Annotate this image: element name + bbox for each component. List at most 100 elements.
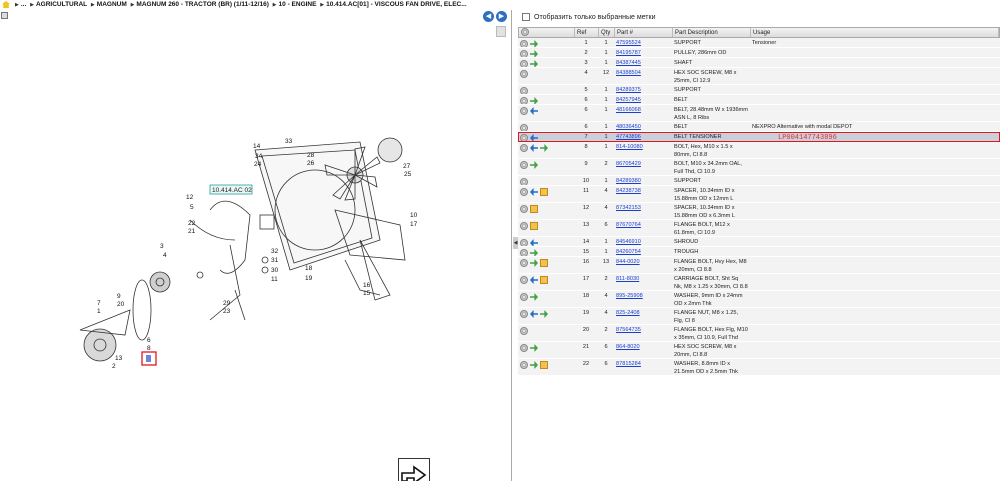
table-row[interactable]: 12 4 87342153 SPACER, 10.34mm ID x 15.88mm … [518, 203, 1000, 220]
exploded-view-drawing[interactable]: 10.414.AC 02 33 14 34 24 28 26 25 27 12 … [60, 120, 440, 390]
back-arrow-icon[interactable] [530, 144, 538, 152]
forward-arrow-icon[interactable] [530, 60, 538, 67]
home-icon[interactable] [2, 1, 10, 8]
eye-icon[interactable] [520, 361, 528, 369]
eye-icon[interactable] [520, 40, 528, 47]
header-part[interactable]: Part # [615, 28, 673, 37]
row-part-link[interactable]: 84289375 [614, 85, 672, 94]
breadcrumb-item[interactable]: MAGNUM [97, 1, 127, 8]
header-ref[interactable]: Ref [575, 28, 599, 37]
row-part-link[interactable]: 84260754 [614, 247, 672, 256]
forward-arrow-icon[interactable] [530, 97, 538, 104]
row-part-link[interactable]: 47595524 [614, 38, 672, 47]
box-icon[interactable] [530, 222, 538, 230]
filter-checkbox[interactable] [522, 13, 530, 22]
row-part-link[interactable]: 864-8020 [614, 342, 672, 358]
eye-icon[interactable] [520, 97, 528, 104]
row-part-link[interactable]: 87815284 [614, 359, 672, 375]
eye-icon[interactable] [520, 60, 528, 67]
forward-arrow-icon[interactable] [530, 50, 538, 57]
back-arrow-icon[interactable] [530, 134, 538, 141]
eye-icon[interactable] [520, 144, 528, 152]
export-button[interactable] [398, 458, 430, 481]
forward-arrow-icon[interactable] [540, 310, 548, 318]
table-row[interactable]: 1 1 47595524 SUPPORT Tensioner [518, 38, 1000, 48]
table-row[interactable]: 2 1 84195787 PULLEY, 286mm OD [518, 48, 1000, 58]
eye-icon[interactable] [520, 188, 528, 196]
header-description[interactable]: Part Description [673, 28, 751, 37]
breadcrumb-item[interactable]: ... [21, 1, 26, 8]
table-row[interactable]: 16 13 844-0020 FLANGE BOLT, Hvy Hex, M8 x 2… [518, 257, 1000, 274]
forward-arrow-icon[interactable] [530, 344, 538, 352]
table-row[interactable]: 13 6 87670764 FLANGE BOLT, M12 x 61.8mm, Cl… [518, 220, 1000, 237]
table-row[interactable]: 18 4 895-25908 WASHER, 9mm ID x 24mm OD x 2… [518, 291, 1000, 308]
table-row[interactable]: 21 6 864-8020 HEX SOC SCREW, M8 x 20mm, Cl … [518, 342, 1000, 359]
breadcrumb-item[interactable]: AGRICULTURAL [36, 1, 87, 8]
table-row[interactable]: 6 1 48166068 BELT, 28.48mm W x 1936mm ASN L… [518, 105, 1000, 122]
row-part-link[interactable]: 84257945 [614, 95, 672, 104]
row-part-link[interactable]: 84546910 [614, 237, 672, 246]
header-usage[interactable]: Usage [751, 28, 999, 37]
row-part-link[interactable]: 48036450 [614, 122, 672, 131]
eye-icon[interactable] [520, 107, 528, 115]
eye-icon[interactable] [520, 124, 528, 131]
table-row[interactable]: 19 4 825-2408 FLANGE NUT, M8 x 1.25, Flg, C… [518, 308, 1000, 325]
filter-selected-toggle[interactable]: Отобразить только выбранные метки [518, 12, 655, 24]
row-part-link[interactable]: 87342153 [614, 203, 672, 219]
table-row[interactable]: 14 1 84546910 SHROUD [518, 237, 1000, 247]
forward-arrow-icon[interactable] [530, 293, 538, 301]
back-arrow-icon[interactable] [530, 239, 538, 246]
back-arrow-icon[interactable] [530, 188, 538, 196]
eye-icon[interactable] [520, 344, 528, 352]
breadcrumb-item[interactable]: MAGNUM 260 - TRACTOR (BR) (1/11-12/16) [136, 1, 268, 8]
box-icon[interactable] [540, 188, 548, 196]
eye-icon[interactable] [520, 327, 528, 335]
table-row[interactable]: 7 1 47743896 BELT TENSIONER LP004147743896 [518, 132, 1000, 142]
row-part-link[interactable]: 814-10080 [614, 142, 672, 158]
row-part-link[interactable]: 895-25908 [614, 291, 672, 307]
eye-icon[interactable] [520, 310, 528, 318]
table-row[interactable]: 20 2 87564735 FLANGE BOLT, Hex Flg, M10 x 3… [518, 325, 1000, 342]
forward-arrow-icon[interactable] [530, 259, 538, 267]
row-part-link[interactable]: 84387445 [614, 58, 672, 67]
forward-arrow-icon[interactable] [530, 40, 538, 47]
forward-arrow-icon[interactable] [530, 161, 538, 169]
row-part-link[interactable]: 84289380 [614, 176, 672, 185]
panel-toggle-button[interactable] [496, 26, 506, 37]
row-part-link[interactable]: 811-8030 [614, 274, 672, 290]
back-arrow-icon[interactable] [530, 276, 538, 284]
back-arrow-icon[interactable]: ◀ [483, 11, 494, 22]
eye-icon[interactable] [520, 161, 528, 169]
eye-icon[interactable] [520, 205, 528, 213]
eye-icon[interactable] [520, 222, 528, 230]
box-icon[interactable] [540, 259, 548, 267]
eye-icon[interactable] [520, 50, 528, 57]
eye-icon[interactable] [520, 276, 528, 284]
eye-icon[interactable] [520, 239, 528, 246]
table-row[interactable]: 10 1 84289380 SUPPORT [518, 176, 1000, 186]
row-part-link[interactable]: 84388504 [614, 68, 672, 84]
zoom-icon[interactable] [1, 12, 8, 19]
row-part-link[interactable]: 87564735 [614, 325, 672, 341]
forward-arrow-icon[interactable] [540, 144, 548, 152]
breadcrumb-item[interactable]: 10 - ENGINE [279, 1, 317, 8]
eye-icon[interactable] [520, 178, 528, 185]
table-row[interactable]: 6 1 84257945 BELT [518, 95, 1000, 105]
box-icon[interactable] [540, 276, 548, 284]
eye-icon[interactable] [520, 259, 528, 267]
table-row[interactable]: 8 1 814-10080 BOLT, Hex, M10 x 1.5 x 80mm, … [518, 142, 1000, 159]
row-part-link[interactable]: 844-0020 [614, 257, 672, 273]
table-row[interactable]: 3 1 84387445 SHAFT [518, 58, 1000, 68]
forward-arrow-icon[interactable] [530, 249, 538, 256]
table-row[interactable]: 6 1 48036450 BELT NEXPRO Alternative with mo… [518, 122, 1000, 132]
row-part-link[interactable]: 84238738 [614, 186, 672, 202]
box-icon[interactable] [530, 205, 538, 213]
table-row[interactable]: 15 1 84260754 TROUGH [518, 247, 1000, 257]
eye-icon[interactable] [520, 249, 528, 256]
forward-arrow-icon[interactable]: ▶ [496, 11, 507, 22]
row-part-link[interactable]: 47743896 [614, 132, 672, 141]
row-part-link[interactable]: 84195787 [614, 48, 672, 57]
row-part-link[interactable]: 86705429 [614, 159, 672, 175]
table-row[interactable]: 22 6 87815284 WASHER, 8.8mm ID x 21.5mm OD … [518, 359, 1000, 376]
table-row[interactable]: 17 2 811-8030 CARRIAGE BOLT, Sht Sq Nk, M8 … [518, 274, 1000, 291]
